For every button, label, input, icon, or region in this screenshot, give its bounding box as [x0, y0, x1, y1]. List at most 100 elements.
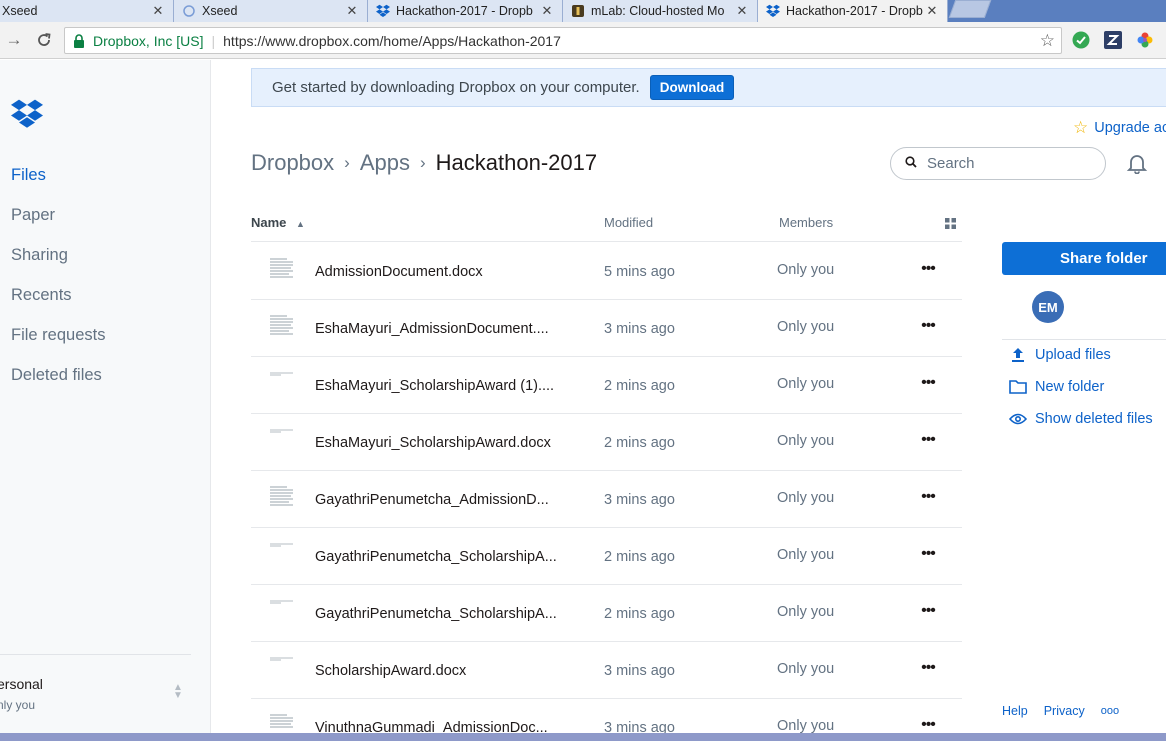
more-options-icon[interactable]: ••• — [920, 317, 936, 334]
banner-text: Get started by downloading Dropbox on yo… — [272, 79, 640, 96]
table-row[interactable]: EshaMayuri_ScholarshipAward.docx 2 mins … — [251, 414, 962, 471]
file-modified: 5 mins ago — [604, 264, 675, 280]
browser-tab[interactable]: Xseed ✕ — [174, 0, 368, 22]
sidebar-item-files[interactable]: Files — [11, 166, 46, 185]
account-subtitle: nly you — [0, 698, 36, 712]
z-extension-icon[interactable] — [1104, 31, 1122, 49]
privacy-link[interactable]: Privacy — [1044, 704, 1085, 718]
upload-files-link[interactable]: Upload files — [1009, 346, 1111, 364]
breadcrumb-dropbox[interactable]: Dropbox — [251, 150, 334, 176]
bookmark-star-icon[interactable]: ☆ — [1040, 31, 1055, 51]
new-folder-label: New folder — [1035, 379, 1105, 395]
check-extension-icon[interactable] — [1072, 31, 1090, 49]
browser-tab-active[interactable]: Hackathon-2017 - Dropb ✕ — [758, 0, 948, 22]
column-header-name-label: Name — [251, 215, 287, 230]
dropbox-icon — [766, 4, 780, 18]
chevron-right-icon: › — [419, 153, 426, 172]
file-name[interactable]: EshaMayuri_ScholarshipAward.docx — [315, 435, 551, 451]
color-wheel-extension-icon[interactable] — [1136, 31, 1154, 49]
dropbox-logo-icon[interactable] — [10, 98, 44, 130]
url-text[interactable]: https://www.dropbox.com/home/Apps/Hackat… — [223, 33, 561, 49]
search-input[interactable] — [927, 155, 1087, 172]
upgrade-label: Upgrade ac — [1094, 120, 1166, 136]
avatar[interactable]: EM — [1032, 291, 1064, 323]
grid-view-icon[interactable] — [945, 217, 956, 229]
table-row[interactable]: GayathriPenumetcha_ScholarshipA... 2 min… — [251, 585, 962, 642]
file-name[interactable]: ScholarshipAward.docx — [315, 663, 466, 679]
table-row[interactable]: AdmissionDocument.docx 5 mins ago Only y… — [251, 243, 962, 300]
search-icon — [905, 155, 917, 172]
breadcrumb-apps[interactable]: Apps — [360, 150, 410, 176]
browser-tab[interactable]: Hackathon-2017 - Dropb ✕ — [368, 0, 563, 22]
upload-icon — [1009, 346, 1027, 364]
file-modified: 2 mins ago — [604, 606, 675, 622]
file-name[interactable]: EshaMayuri_AdmissionDocument.... — [315, 321, 549, 337]
share-folder-button[interactable]: Share folder — [1002, 242, 1166, 275]
more-options-icon[interactable]: ••• — [920, 602, 936, 619]
sidebar-item-deleted-files[interactable]: Deleted files — [11, 366, 102, 385]
document-thumbnail-icon — [269, 428, 295, 454]
close-icon[interactable]: ✕ — [151, 3, 165, 19]
column-header-name[interactable]: Name ▲ — [251, 215, 305, 230]
browser-tab[interactable]: mLab: Cloud-hosted Mo ✕ — [563, 0, 758, 22]
search-box[interactable] — [890, 147, 1106, 180]
file-table-header: Name ▲ Modified Members — [251, 204, 962, 242]
more-options-icon[interactable]: ••• — [920, 260, 936, 277]
more-options-icon[interactable]: ••• — [920, 716, 936, 733]
sidebar-item-recents[interactable]: Recents — [11, 286, 72, 305]
show-deleted-files-link[interactable]: Show deleted files — [1009, 410, 1153, 428]
notification-bell-icon[interactable] — [1126, 152, 1148, 175]
sidebar-item-paper[interactable]: Paper — [11, 206, 55, 225]
taskbar-edge — [0, 733, 1166, 741]
new-folder-link[interactable]: New folder — [1009, 378, 1104, 396]
eye-icon — [1009, 410, 1027, 428]
more-options-icon[interactable]: ••• — [920, 659, 936, 676]
account-switcher-icon[interactable]: ▲ ▼ — [173, 683, 183, 701]
more-options-icon[interactable]: ••• — [920, 545, 936, 562]
tab-title: Hackathon-2017 - Dropb — [786, 4, 923, 18]
help-link[interactable]: Help — [1002, 704, 1028, 718]
close-icon[interactable]: ✕ — [345, 3, 359, 19]
more-options-icon[interactable]: ••• — [920, 488, 936, 505]
loading-icon — [182, 4, 196, 18]
table-row[interactable]: EshaMayuri_ScholarshipAward (1).... 2 mi… — [251, 357, 962, 414]
address-bar[interactable]: Dropbox, Inc [US] | https://www.dropbox.… — [64, 27, 1062, 54]
file-name[interactable]: GayathriPenumetcha_ScholarshipA... — [315, 549, 557, 565]
document-thumbnail-icon — [269, 485, 295, 511]
file-name[interactable]: GayathriPenumetcha_ScholarshipA... — [315, 606, 557, 622]
more-options-icon[interactable]: ••• — [920, 431, 936, 448]
secure-label: Dropbox, Inc [US] — [93, 32, 204, 49]
close-icon[interactable]: ✕ — [735, 3, 749, 19]
table-row[interactable]: GayathriPenumetcha_ScholarshipA... 2 min… — [251, 528, 962, 585]
close-icon[interactable]: ✕ — [925, 3, 939, 19]
table-row[interactable]: EshaMayuri_AdmissionDocument.... 3 mins … — [251, 300, 962, 357]
account-name[interactable]: ersonal — [0, 676, 43, 692]
tab-title: Xseed — [2, 4, 38, 18]
sidebar-item-file-requests[interactable]: File requests — [11, 326, 105, 345]
table-row[interactable]: ScholarshipAward.docx 3 mins ago Only yo… — [251, 642, 962, 699]
column-header-modified[interactable]: Modified — [604, 215, 653, 230]
table-row[interactable]: GayathriPenumetcha_AdmissionD... 3 mins … — [251, 471, 962, 528]
upload-files-label: Upload files — [1035, 347, 1111, 363]
column-header-members[interactable]: Members — [779, 215, 833, 230]
new-tab-button[interactable] — [948, 0, 992, 18]
file-members: Only you — [777, 604, 835, 620]
document-thumbnail-icon — [269, 542, 295, 568]
sidebar-item-sharing[interactable]: Sharing — [11, 246, 68, 265]
file-name[interactable]: AdmissionDocument.docx — [315, 264, 483, 280]
file-name[interactable]: EshaMayuri_ScholarshipAward (1).... — [315, 378, 554, 394]
more-options-icon[interactable]: ••• — [920, 374, 936, 391]
file-members: Only you — [777, 433, 835, 449]
browser-tab[interactable]: Xseed ✕ — [0, 0, 174, 22]
file-members: Only you — [777, 319, 835, 335]
forward-arrow-icon[interactable]: → — [4, 30, 24, 50]
close-icon[interactable]: ✕ — [540, 3, 554, 19]
document-thumbnail-icon — [269, 257, 295, 283]
file-name[interactable]: GayathriPenumetcha_AdmissionD... — [315, 492, 549, 508]
reload-icon[interactable] — [34, 30, 54, 50]
more-footer-link[interactable]: ooo — [1101, 705, 1119, 717]
document-thumbnail-icon — [269, 314, 295, 340]
download-button[interactable]: Download — [649, 75, 735, 100]
upgrade-link[interactable]: ☆ Upgrade ac — [1073, 118, 1166, 138]
file-members: Only you — [777, 490, 835, 506]
